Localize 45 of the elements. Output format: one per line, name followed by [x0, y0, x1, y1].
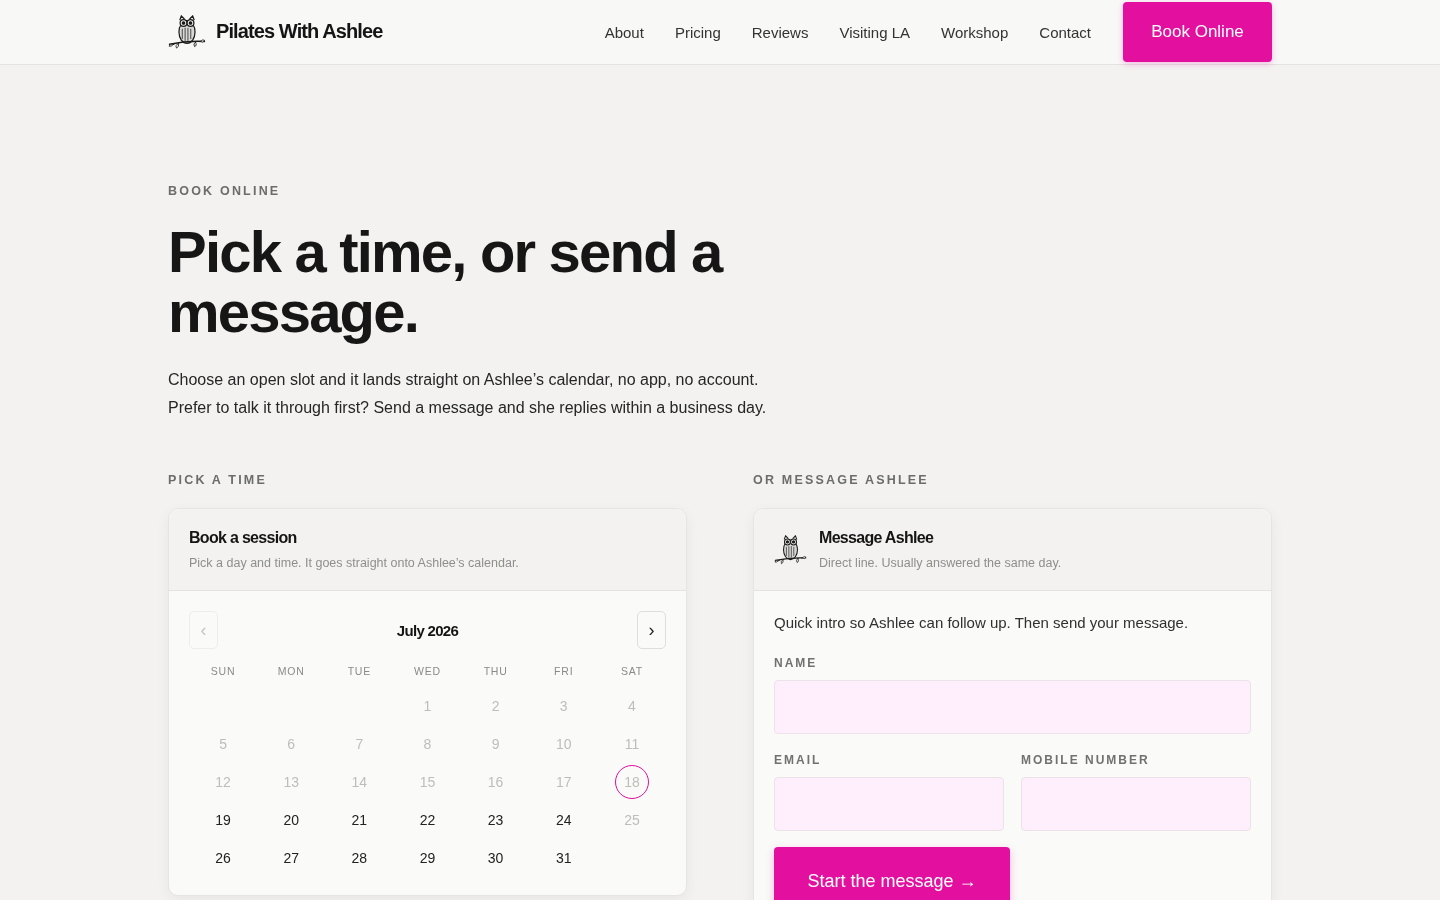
month-title: July 2026 — [396, 621, 459, 639]
weekday-label: THU — [483, 664, 508, 678]
owl-icon — [168, 14, 206, 50]
nav-link[interactable]: Reviews — [751, 23, 809, 41]
card-title: Book a session — [189, 528, 298, 548]
weekday-label: TUE — [347, 664, 372, 678]
calendar-day[interactable]: 24 — [546, 803, 581, 837]
intro-paragraph: Choose an open slot and it lands straight on Ashlee’s calendar, no app, no account. Prefer to talk it through first? Send a message and she replies within a business day. — [168, 370, 768, 418]
next-month-button[interactable]: › — [637, 611, 666, 649]
form-intro-text: Quick intro so Ashlee can follow up. Then send your message. — [774, 613, 1190, 633]
calendar-day[interactable]: 28 — [342, 841, 377, 875]
nav-link[interactable]: Contact — [1039, 23, 1091, 41]
nav-link[interactable]: About — [604, 23, 644, 41]
card-subtitle: Direct line. Usually answered the same day. — [819, 555, 1062, 572]
nav-link[interactable]: Workshop — [941, 23, 1009, 41]
calendar-day[interactable]: 27 — [274, 841, 309, 875]
calendar-day[interactable]: 29 — [410, 841, 445, 875]
weekday-label: SAT — [620, 664, 643, 678]
start-message-button[interactable]: Start the message → — [774, 847, 1010, 900]
section-label: PICK A TIME — [168, 472, 268, 488]
brand-name: Pilates With Ashlee — [216, 20, 383, 44]
eyebrow-text: BOOK ONLINE — [168, 183, 282, 199]
calendar-day[interactable]: 22 — [410, 803, 445, 837]
section-label: OR MESSAGE ASHLEE — [753, 472, 930, 488]
owl-icon — [774, 534, 807, 566]
field-label: EMAIL — [774, 752, 823, 768]
weekday-label: SUN — [210, 664, 236, 678]
card-subtitle: Pick a day and time. It goes straight onto Ashlee’s calendar. — [189, 555, 519, 572]
calendar-day[interactable]: 26 — [206, 841, 241, 875]
card-title: Message Ashlee — [819, 528, 935, 548]
book-online-button[interactable]: Book Online — [1123, 2, 1272, 62]
nav-link[interactable]: Visiting LA — [839, 23, 911, 41]
calendar-day[interactable]: 23 — [478, 803, 513, 837]
calendar-day[interactable]: 21 — [342, 803, 377, 837]
field-label: MOBILE NUMBER — [1021, 752, 1151, 768]
calendar-day[interactable]: 20 — [274, 803, 309, 837]
page-heading: Pick a time, or send a message. — [168, 222, 724, 342]
field-label: NAME — [774, 655, 819, 671]
weekday-label: FRI — [554, 664, 574, 678]
calendar-day[interactable]: 31 — [546, 841, 581, 875]
weekday-label: WED — [414, 664, 441, 678]
weekday-label: MON — [277, 664, 305, 678]
calendar-day[interactable]: 19 — [206, 803, 241, 837]
calendar-day[interactable]: 30 — [478, 841, 513, 875]
nav-link[interactable]: Pricing — [674, 23, 721, 41]
